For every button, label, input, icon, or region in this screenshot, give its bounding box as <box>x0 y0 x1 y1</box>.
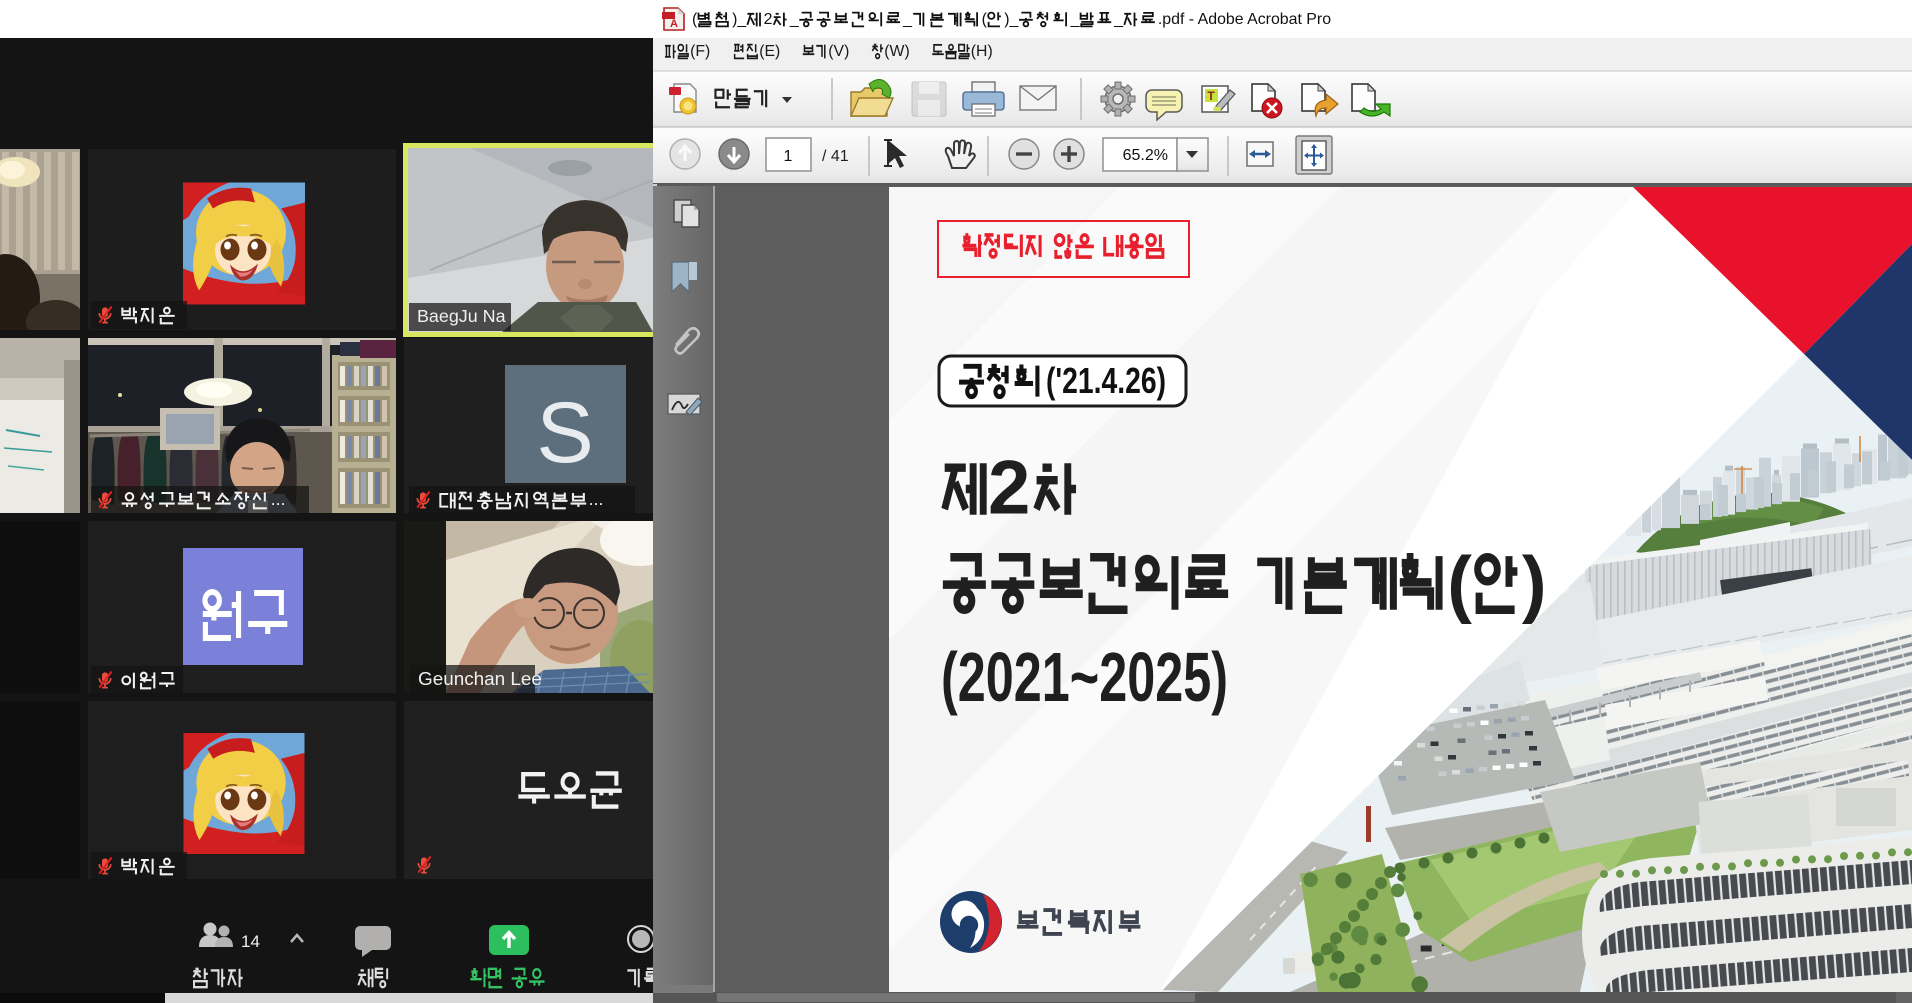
svg-text:(E): (E) <box>759 43 780 60</box>
svg-text:(F): (F) <box>690 43 710 60</box>
svg-text:(: ( <box>692 11 698 28</box>
svg-text:...: ... <box>271 489 286 509</box>
svg-text:('21.4.26): ('21.4.26) <box>1046 360 1166 401</box>
svg-text:T: T <box>1207 89 1215 103</box>
svg-text:)_: )_ <box>1004 11 1019 28</box>
svg-text:1: 1 <box>784 148 793 165</box>
svg-text:2: 2 <box>764 11 773 28</box>
svg-text:BaegJu Na: BaegJu Na <box>417 306 506 326</box>
svg-text:_: _ <box>1113 11 1124 28</box>
svg-text:_: _ <box>902 11 913 28</box>
svg-text:)_: )_ <box>732 11 747 28</box>
svg-text:): ) <box>1522 542 1547 625</box>
svg-text:S: S <box>536 385 593 481</box>
svg-text:(W): (W) <box>884 43 909 60</box>
svg-text:2: 2 <box>988 446 1030 531</box>
svg-text:65.2%: 65.2% <box>1123 147 1168 164</box>
svg-text:(V): (V) <box>828 43 849 60</box>
svg-text:(H): (H) <box>971 43 993 60</box>
svg-text:(2021~2025): (2021~2025) <box>941 638 1228 716</box>
svg-text:14: 14 <box>241 932 260 951</box>
svg-text:_: _ <box>789 11 800 28</box>
svg-text:(: ( <box>1447 542 1472 625</box>
svg-text:A: A <box>670 18 678 30</box>
svg-text:Geunchan Lee: Geunchan Lee <box>418 669 542 690</box>
svg-text:_: _ <box>1070 11 1081 28</box>
svg-text:...: ... <box>589 489 604 509</box>
svg-text:(: ( <box>982 11 988 28</box>
svg-text:/ 41: / 41 <box>822 148 849 165</box>
svg-text:.pdf - Adobe Acrobat Pro: .pdf - Adobe Acrobat Pro <box>1158 11 1331 28</box>
